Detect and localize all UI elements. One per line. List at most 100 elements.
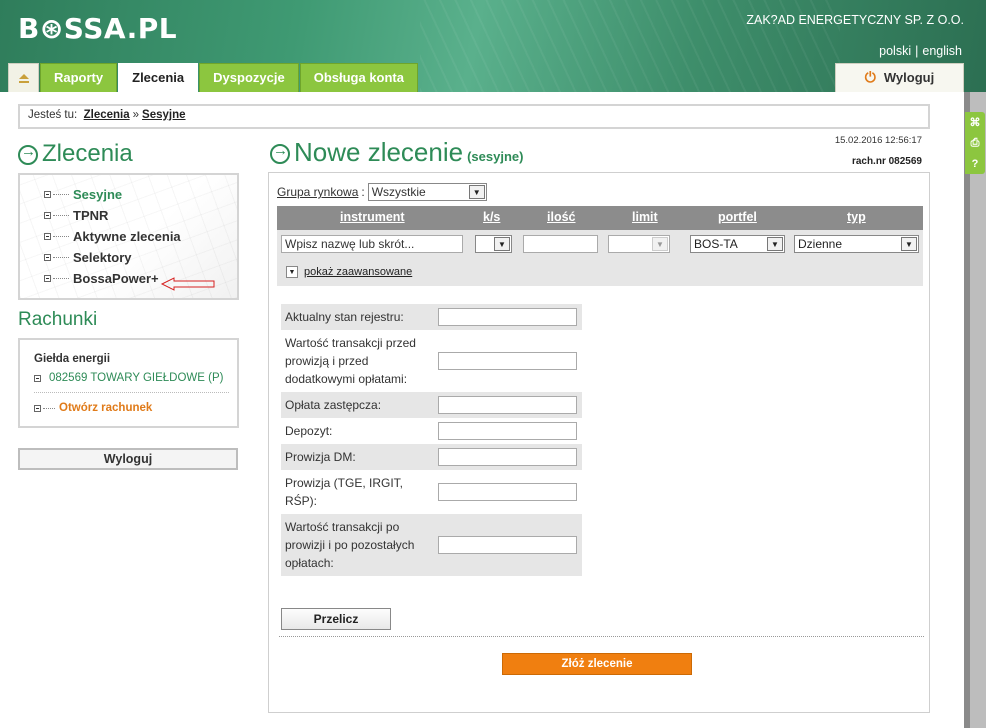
sitemap-icon[interactable]: ⌘ — [970, 116, 981, 129]
expand-icon — [44, 275, 51, 282]
page-title-text: Nowe zlecenie — [294, 137, 464, 167]
expand-icon — [44, 254, 51, 261]
col-portfel[interactable]: portfel — [718, 210, 757, 224]
red-pointer-arrow-icon — [160, 277, 215, 291]
open-account-label: Otwórz rachunek — [59, 402, 153, 414]
open-account-link[interactable]: Otwórz rachunek — [34, 402, 152, 414]
page-title: Nowe zlecenie(sesyjne) — [270, 137, 523, 168]
language-switch: polski | english — [879, 44, 962, 58]
rail-shadow — [964, 92, 970, 728]
side-tools: ⌘ ⎙ ? — [965, 112, 985, 174]
calc-row-value-after: Wartość transakcji po prowizji i po pozo… — [281, 514, 582, 576]
calc-label: Prowizja (TGE, IRGIT, RŚP): — [285, 476, 404, 508]
menu-item-sesyjne[interactable]: Sesyjne — [44, 187, 122, 202]
bossa-logo[interactable]: B⊛SSA.PL — [18, 12, 177, 45]
header-logout-button[interactable]: ⏻ Wyloguj — [835, 63, 964, 92]
calc-row-value-before: Wartość transakcji przed prowizją i prze… — [281, 330, 582, 392]
calc-row-substitute-fee: Opłata zastępcza: — [281, 392, 582, 418]
right-scroll-rail — [964, 92, 986, 728]
tab-obsluga-konta[interactable]: Obsługa konta — [299, 63, 418, 92]
menu-label: Selektory — [73, 250, 132, 265]
chevron-down-icon: ▼ — [468, 185, 485, 199]
calc-value-field — [438, 396, 577, 414]
col-typ[interactable]: typ — [847, 210, 866, 224]
calc-value-field — [438, 422, 577, 440]
menu-item-tpnr[interactable]: TPNR — [44, 208, 108, 223]
account-label: 082569 TOWARY GIEŁDOWE (P) — [49, 372, 224, 384]
expand-icon — [34, 404, 41, 412]
submit-order-button[interactable]: Złóż zlecenie — [502, 653, 692, 675]
server-datetime: 15.02.2016 12:56:17 — [834, 135, 922, 146]
calc-row-exchange-commission: Prowizja (TGE, IRGIT, RŚP): — [281, 470, 582, 514]
account-link[interactable]: 082569 TOWARY GIEŁDOWE (P) — [34, 372, 223, 384]
calc-value-field — [438, 352, 577, 370]
menu-label: Aktywne zlecenia — [73, 229, 181, 244]
print-icon[interactable]: ⎙ — [971, 137, 980, 150]
breadcrumb-sesyjne-link[interactable]: Sesyjne — [142, 109, 185, 121]
arrow-circle-icon — [18, 143, 38, 165]
lang-polski-link[interactable]: polski — [879, 44, 911, 58]
market-group-select[interactable]: Wszystkie ▼ — [367, 183, 487, 201]
menu-item-aktywne-zlecenia[interactable]: Aktywne zlecenia — [44, 229, 181, 244]
tab-raporty[interactable]: Raporty — [40, 63, 118, 92]
order-type-select[interactable]: Dzienne ▼ — [794, 235, 919, 253]
lang-english-link[interactable]: english — [922, 44, 962, 58]
calc-label: Wartość transakcji po prowizji i po pozo… — [285, 520, 415, 570]
tab-zlecenia[interactable]: Zlecenia — [118, 63, 199, 92]
chevron-down-icon: ▼ — [494, 237, 510, 251]
order-form: Grupa rynkowa: Wszystkie ▼ instrument k/s… — [268, 172, 930, 713]
ks-select[interactable]: ▼ — [475, 235, 512, 253]
account-number: rach.nr 082569 — [851, 156, 922, 167]
menu-label: TPNR — [73, 208, 109, 223]
company-name: ZAK?AD ENERGETYCZNY SP. Z O.O. — [746, 13, 964, 27]
expand-icon — [44, 212, 51, 219]
accounts-section-title: Rachunki — [18, 309, 98, 330]
left-logout-button[interactable]: Wyloguj — [18, 448, 238, 470]
show-advanced-label: pokaż zaawansowane — [304, 266, 413, 278]
recalculate-button[interactable]: Przelicz — [281, 608, 391, 630]
menu-label: Sesyjne — [73, 187, 123, 202]
arrow-circle-icon — [270, 142, 290, 165]
breadcrumb-zlecenia-link[interactable]: Zlecenia — [84, 109, 130, 121]
calc-value-field — [438, 536, 577, 554]
accounts-box: Giełda energii 082569 TOWARY GIEŁDOWE (P… — [18, 338, 239, 428]
page-subtitle: (sesyjne) — [467, 149, 524, 164]
expand-icon — [34, 374, 41, 382]
calc-label: Wartość transakcji przed prowizją i prze… — [285, 336, 416, 386]
calc-value-field — [438, 448, 577, 466]
left-title-text: Zlecenia — [42, 140, 133, 167]
calc-row-dm-commission: Prowizja DM: — [281, 444, 582, 470]
eject-home-icon — [18, 74, 29, 83]
order-entry-table: instrument k/s ilość limit portfel typ W… — [277, 206, 923, 286]
market-group-value: Wszystkie — [371, 185, 426, 199]
col-ks[interactable]: k/s — [483, 210, 500, 224]
tab-dyspozycje[interactable]: Dyspozycje — [199, 63, 299, 92]
portfolio-select[interactable]: BOS-TA ▼ — [690, 235, 785, 253]
calc-value-field — [438, 483, 577, 501]
header-logout-label: Wyloguj — [883, 70, 935, 85]
market-group-label: Grupa rynkowa — [277, 185, 359, 199]
expand-icon — [44, 191, 51, 198]
menu-item-selektory[interactable]: Selektory — [44, 250, 132, 265]
main-tabs: Raporty Zlecenia Dyspozycje Obsługa kont… — [8, 63, 419, 92]
show-advanced-toggle[interactable]: ▼ pokaż zaawansowane — [286, 266, 412, 278]
calc-label: Prowizja DM: — [285, 450, 356, 464]
quantity-input[interactable] — [523, 235, 598, 253]
expand-icon — [44, 233, 51, 240]
col-instrument[interactable]: instrument — [340, 210, 405, 224]
instrument-input[interactable]: Wpisz nazwę lub skrót... — [281, 235, 463, 253]
help-icon[interactable]: ? — [972, 158, 979, 170]
chevron-down-icon: ▼ — [901, 237, 917, 251]
accounts-divider — [34, 392, 229, 393]
market-group: Grupa rynkowa: Wszystkie ▼ — [277, 183, 487, 201]
calc-label: Depozyt: — [285, 424, 333, 438]
menu-item-bossapower[interactable]: BossaPower+ — [44, 271, 159, 286]
col-limit[interactable]: limit — [632, 210, 658, 224]
menu-label: BossaPower+ — [73, 271, 159, 286]
col-ilosc[interactable]: ilość — [547, 210, 576, 224]
calc-row-register: Aktualny stan rejestru: — [281, 304, 582, 330]
limit-select[interactable]: ▼ — [608, 235, 670, 253]
calc-row-deposit: Depozyt: — [281, 418, 582, 444]
home-tab[interactable] — [8, 63, 39, 92]
breadcrumb: Jesteś tu: Zlecenia» Sesyjne — [18, 104, 930, 129]
